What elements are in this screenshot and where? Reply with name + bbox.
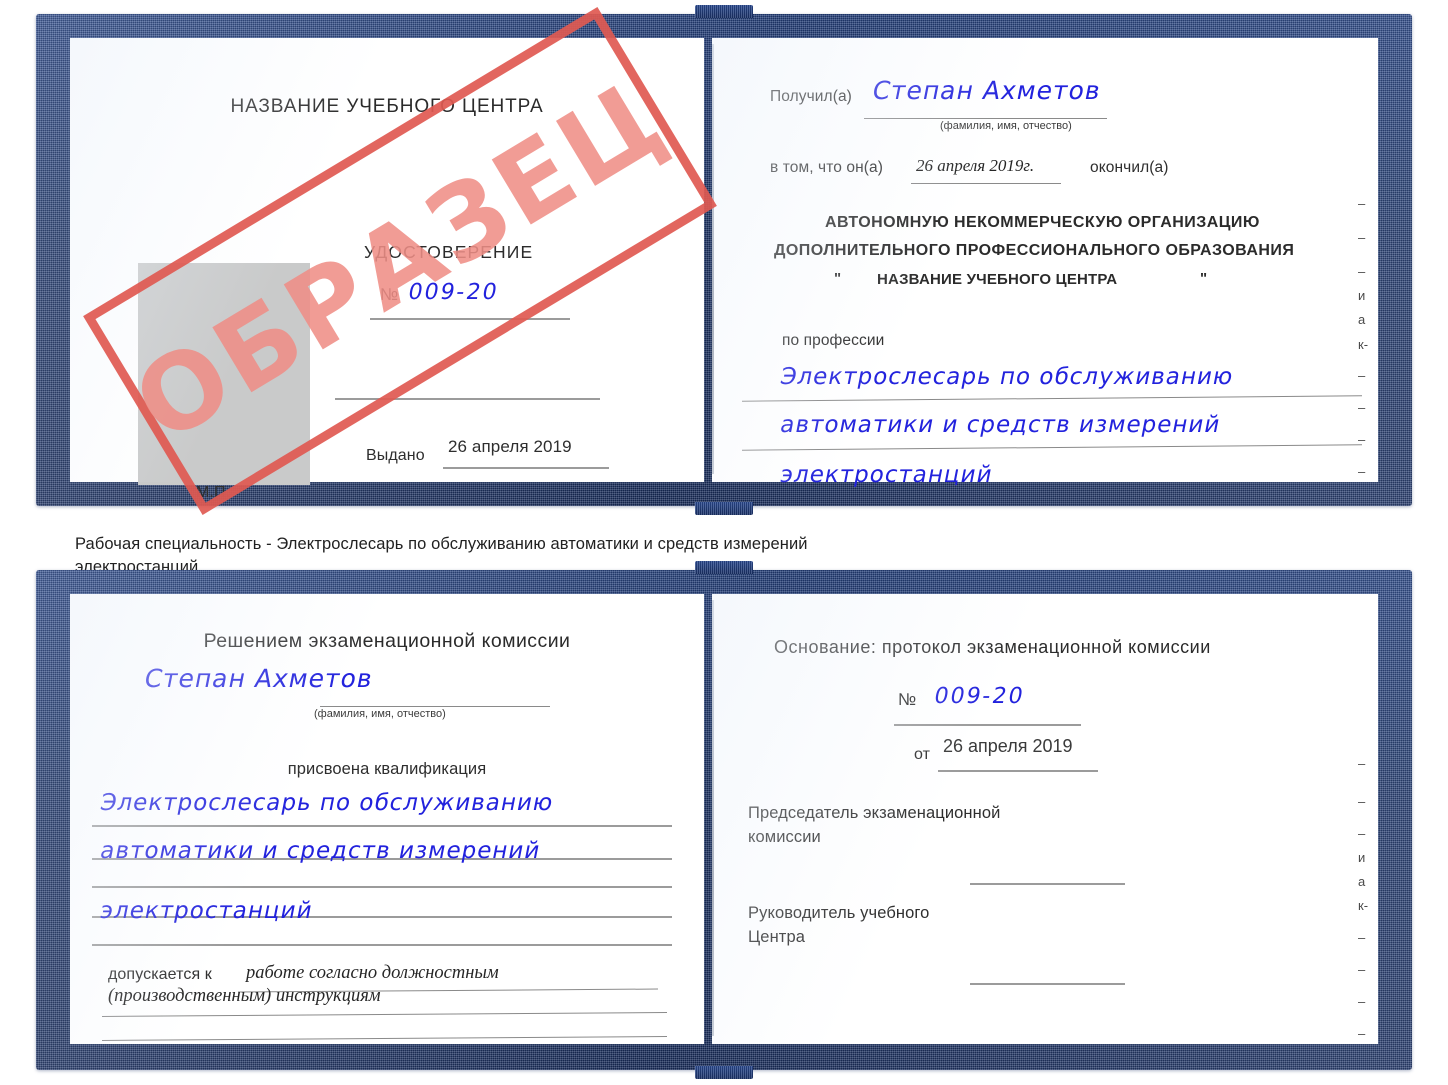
completion-date-rule xyxy=(911,183,1061,184)
qualification-line-3: электростанций xyxy=(98,898,316,924)
cert-top-right-page: Получил(а) Степан Ахметов (фамилия, имя,… xyxy=(712,38,1378,488)
photo-placeholder xyxy=(138,263,310,485)
admitted-rule-2 xyxy=(102,1012,667,1017)
issued-date-value: 26 апреля 2019 xyxy=(448,437,572,456)
received-rule xyxy=(864,118,1107,119)
cert-top-left-page: НАЗВАНИЕ УЧЕБНОГО ЦЕНТРА УДОСТОВЕРЕНИЕ №… xyxy=(70,38,704,501)
head-of-center-line-1: Руководитель учебного xyxy=(748,904,930,922)
profession-line-3: электростанций xyxy=(778,462,996,488)
seal-place-label: М.П. xyxy=(196,484,231,501)
edge-fragment: а xyxy=(1358,312,1366,327)
admitted-label: допускается к xyxy=(108,966,212,983)
cert-bottom-right-page: Основание: протокол экзаменационной коми… xyxy=(712,594,1378,1044)
protocol-number-value: 009-20 xyxy=(932,684,1027,709)
edge-fragment: – xyxy=(1358,264,1366,279)
profession-rule-1 xyxy=(742,395,1362,402)
chairman-signature-rule xyxy=(970,883,1125,885)
blank-rule-1 xyxy=(335,398,600,400)
commission-name-rule xyxy=(320,706,550,707)
training-center-name-top: НАЗВАНИЕ УЧЕБНОГО ЦЕНТРА xyxy=(230,96,544,117)
chairman-line-1: Председатель экзаменационной xyxy=(748,804,1001,822)
protocol-date-rule xyxy=(938,770,1098,772)
organization-quote-close: " xyxy=(1200,270,1208,287)
certificate-number-rule xyxy=(370,318,570,320)
protocol-date-label: от xyxy=(914,746,931,763)
protocol-date-value: 26 апреля 2019 xyxy=(943,736,1073,756)
head-of-center-line-2: Центра xyxy=(748,928,806,946)
commission-decision-heading: Решением экзаменационной комиссии xyxy=(203,630,571,652)
certificate-title: УДОСТОВЕРЕНИЕ xyxy=(364,242,534,262)
edge-fragment: к- xyxy=(1358,898,1369,913)
book-fold-line-bottom xyxy=(712,600,714,1036)
received-label: Получил(а) xyxy=(770,88,852,105)
organization-line-2: ДОПОЛНИТЕЛЬНОГО ПРОФЕССИОНАЛЬНОГО ОБРАЗО… xyxy=(774,242,1295,259)
profession-line-2: автоматики и средств измерений xyxy=(778,412,1223,438)
fio-hint-bottom: (фамилия, имя, отчество) xyxy=(314,708,446,720)
edge-fragment: – xyxy=(1358,962,1366,977)
issued-rule xyxy=(443,467,609,469)
edge-fragment: – xyxy=(1358,826,1366,841)
completion-date-value: 26 апреля 2019г. xyxy=(916,156,1035,175)
received-name-value: Степан Ахметов xyxy=(870,76,1104,105)
admitted-line-1: работе согласно должностным xyxy=(246,963,499,983)
protocol-number-rule xyxy=(894,724,1081,726)
edge-fragment: – xyxy=(1358,464,1366,479)
edge-fragment: и xyxy=(1358,850,1366,865)
commission-name-value: Степан Ахметов xyxy=(142,664,376,693)
head-of-center-signature-rule xyxy=(970,983,1125,985)
organization-quote-open: " xyxy=(834,270,842,287)
qualification-label: присвоена квалификация xyxy=(287,760,487,778)
that-he-label: в том, что он(а) xyxy=(770,159,884,176)
edge-fragment: – xyxy=(1358,930,1366,945)
book-fold-line-top xyxy=(712,44,714,474)
qualification-rule-3 xyxy=(92,886,672,888)
certificate-book-bottom: Решением экзаменационной комиссии Степан… xyxy=(36,561,1412,1079)
qualification-line-2: автоматики и средств измерений xyxy=(98,838,543,864)
edge-fragment: – xyxy=(1358,1026,1366,1041)
qualification-rule-1 xyxy=(92,825,672,827)
organization-line-3: НАЗВАНИЕ УЧЕБНОГО ЦЕНТРА xyxy=(877,271,1118,288)
edge-fragment: к- xyxy=(1358,337,1369,352)
certificate-number-value: 009-20 xyxy=(406,280,501,305)
spine-tab-bottom-bottom-book xyxy=(695,1066,753,1079)
spine-tab-bottom xyxy=(695,502,753,515)
basis-label: Основание: протокол экзаменационной коми… xyxy=(774,637,1211,657)
edge-fragment: – xyxy=(1358,230,1366,245)
certificate-book-top: НАЗВАНИЕ УЧЕБНОГО ЦЕНТРА УДОСТОВЕРЕНИЕ №… xyxy=(36,5,1412,515)
edge-fragment: – xyxy=(1358,400,1366,415)
organization-line-1: АВТОНОМНУЮ НЕКОММЕРЧЕСКУЮ ОРГАНИЗАЦИЮ xyxy=(825,214,1260,231)
edge-fragment: а xyxy=(1358,874,1366,889)
admitted-line-2: (производственным) инструкциям xyxy=(108,986,381,1006)
edge-fragment: – xyxy=(1358,196,1366,211)
spine-tab-top-bottom-book xyxy=(695,561,753,574)
fio-hint-top: (фамилия, имя, отчество) xyxy=(940,120,1072,132)
edge-fragment: – xyxy=(1358,368,1366,383)
qualification-rule-5 xyxy=(92,944,672,946)
protocol-number-label: № xyxy=(898,690,917,709)
profession-line-1: Электрослесарь по обслуживанию xyxy=(778,364,1236,390)
admitted-rule-3 xyxy=(102,1036,667,1041)
edge-fragment: – xyxy=(1358,994,1366,1009)
caption-line-1: Рабочая специальность - Электрослесарь п… xyxy=(75,535,808,553)
edge-fragment: – xyxy=(1358,432,1366,447)
issued-label: Выдано xyxy=(366,447,425,464)
certificate-number-label: № xyxy=(380,285,399,304)
profession-label: по профессии xyxy=(782,332,885,349)
edge-fragment: – xyxy=(1358,756,1366,771)
spine-tab-top xyxy=(695,5,753,18)
chairman-line-2: комиссии xyxy=(748,828,821,846)
edge-fragment: – xyxy=(1358,794,1366,809)
edge-fragment: и xyxy=(1358,288,1366,303)
qualification-line-1: Электрослесарь по обслуживанию xyxy=(98,790,556,816)
graduated-label: окончил(а) xyxy=(1090,159,1169,176)
cert-bottom-left-page: Решением экзаменационной комиссии Степан… xyxy=(70,594,704,1044)
profession-rule-2 xyxy=(742,444,1362,451)
